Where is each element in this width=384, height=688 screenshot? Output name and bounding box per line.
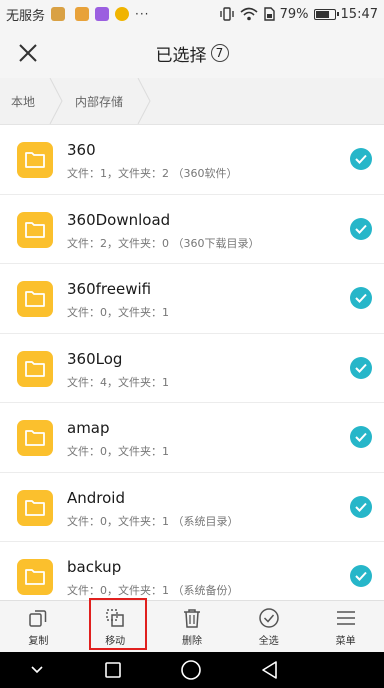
checked-checkbox-icon[interactable] (350, 565, 372, 587)
menu-button[interactable]: 菜单 (307, 601, 384, 652)
folder-icon (17, 281, 53, 317)
chevron-right-icon (49, 78, 63, 124)
menu-icon (336, 611, 355, 625)
selected-count-badge: 7 (210, 44, 229, 62)
menu-label: 菜单 (335, 636, 356, 647)
page-title: 已选择 7 (156, 41, 229, 66)
breadcrumb: 本地 内部存储 (0, 78, 384, 125)
file-name: amap (67, 419, 110, 437)
battery-icon (313, 8, 339, 20)
wifi-icon (240, 7, 258, 21)
folder-icon (17, 489, 53, 526)
back-triangle-icon[interactable] (260, 660, 280, 680)
home-circle-icon[interactable] (180, 659, 202, 681)
file-name: Android (67, 488, 125, 507)
checked-checkbox-icon[interactable] (350, 356, 372, 379)
copy-label: 复制 (28, 636, 49, 647)
file-meta: 文件：1，文件夹：2 （360软件） (67, 167, 238, 180)
copy-button[interactable]: 复制 (0, 601, 77, 652)
file-list-item[interactable]: 360Download 文件：2，文件夹：0 （360下载目录） (0, 195, 384, 264)
chevron-down-icon[interactable] (29, 665, 45, 675)
title-text: 已选择 (155, 45, 207, 66)
file-list-item[interactable]: 360Log 文件：4，文件夹：1 (0, 334, 384, 403)
file-list-item[interactable]: 360freewifi 文件：0，文件夹：1 (0, 264, 384, 334)
more-notifications-icon: ··· (135, 7, 150, 21)
folder-icon (17, 211, 53, 248)
folder-icon (17, 142, 53, 178)
breadcrumb-label: 内部存储 (75, 94, 124, 109)
file-name: 360 (67, 141, 96, 159)
vibrate-icon (219, 7, 234, 21)
folder-icon (17, 559, 53, 595)
breadcrumb-item-local[interactable]: 本地 (0, 78, 49, 124)
file-list: 360 文件：1，文件夹：2 （360软件） 360Download 文件：2，… (0, 125, 384, 612)
checked-checkbox-icon[interactable] (350, 426, 372, 448)
folder-icon (17, 350, 53, 387)
system-navigation-bar (0, 652, 384, 688)
delete-button[interactable]: 删除 (154, 601, 231, 652)
file-meta: 文件：2，文件夹：0 （360下载目录） (67, 236, 260, 250)
file-meta: 文件：0，文件夹：1 (67, 306, 169, 319)
checked-checkbox-icon[interactable] (350, 495, 372, 518)
file-list-item[interactable]: 360 文件：1，文件夹：2 （360软件） (0, 125, 384, 195)
title-bar: 已选择 7 (0, 28, 384, 78)
file-meta: 文件：0，文件夹：1 （系统备份） (67, 584, 239, 597)
file-meta: 文件：0，文件夹：1 （系统目录） (67, 514, 239, 528)
file-meta: 文件：0，文件夹：1 (67, 445, 169, 458)
file-name: 360freewifi (67, 280, 152, 298)
file-name: 360Log (67, 349, 123, 368)
recents-square-icon[interactable] (104, 661, 122, 679)
file-list-item[interactable]: Android 文件：0，文件夹：1 （系统目录） (0, 473, 384, 542)
folder-icon (17, 420, 53, 456)
app-notification-icon (75, 7, 90, 21)
trash-icon (183, 609, 200, 628)
copy-icon (29, 610, 47, 627)
status-bar: 无服务 ··· 79% 15:47 (0, 0, 384, 28)
breadcrumb-label: 本地 (11, 94, 36, 109)
clock: 15:47 (340, 6, 378, 22)
checked-checkbox-icon[interactable] (350, 148, 372, 170)
select-all-label: 全选 (258, 636, 279, 647)
chevron-right-icon (137, 78, 151, 124)
delete-label: 删除 (181, 636, 202, 647)
check-circle-icon (259, 608, 279, 628)
checked-checkbox-icon[interactable] (350, 287, 372, 309)
file-list-item[interactable]: amap 文件：0，文件夹：1 (0, 403, 384, 473)
checked-checkbox-icon[interactable] (350, 217, 372, 240)
file-meta: 文件：4，文件夹：1 (67, 375, 169, 389)
move-button-highlight (89, 598, 147, 650)
sim-icon (263, 7, 275, 21)
app-notification-icon (115, 7, 130, 21)
select-all-button[interactable]: 全选 (230, 601, 307, 652)
breadcrumb-item-internal-storage[interactable]: 内部存储 (63, 78, 137, 124)
file-name: backup (67, 558, 122, 576)
carrier-text: 无服务 (6, 8, 46, 24)
file-name: 360Download (67, 210, 171, 229)
app-notification-icon (51, 7, 66, 21)
battery-percent: 79% (279, 6, 309, 22)
close-icon[interactable] (14, 39, 42, 67)
app-notification-icon (95, 7, 110, 21)
bottom-toolbar: 复制 移动 删除 全选 菜单 (0, 600, 384, 652)
